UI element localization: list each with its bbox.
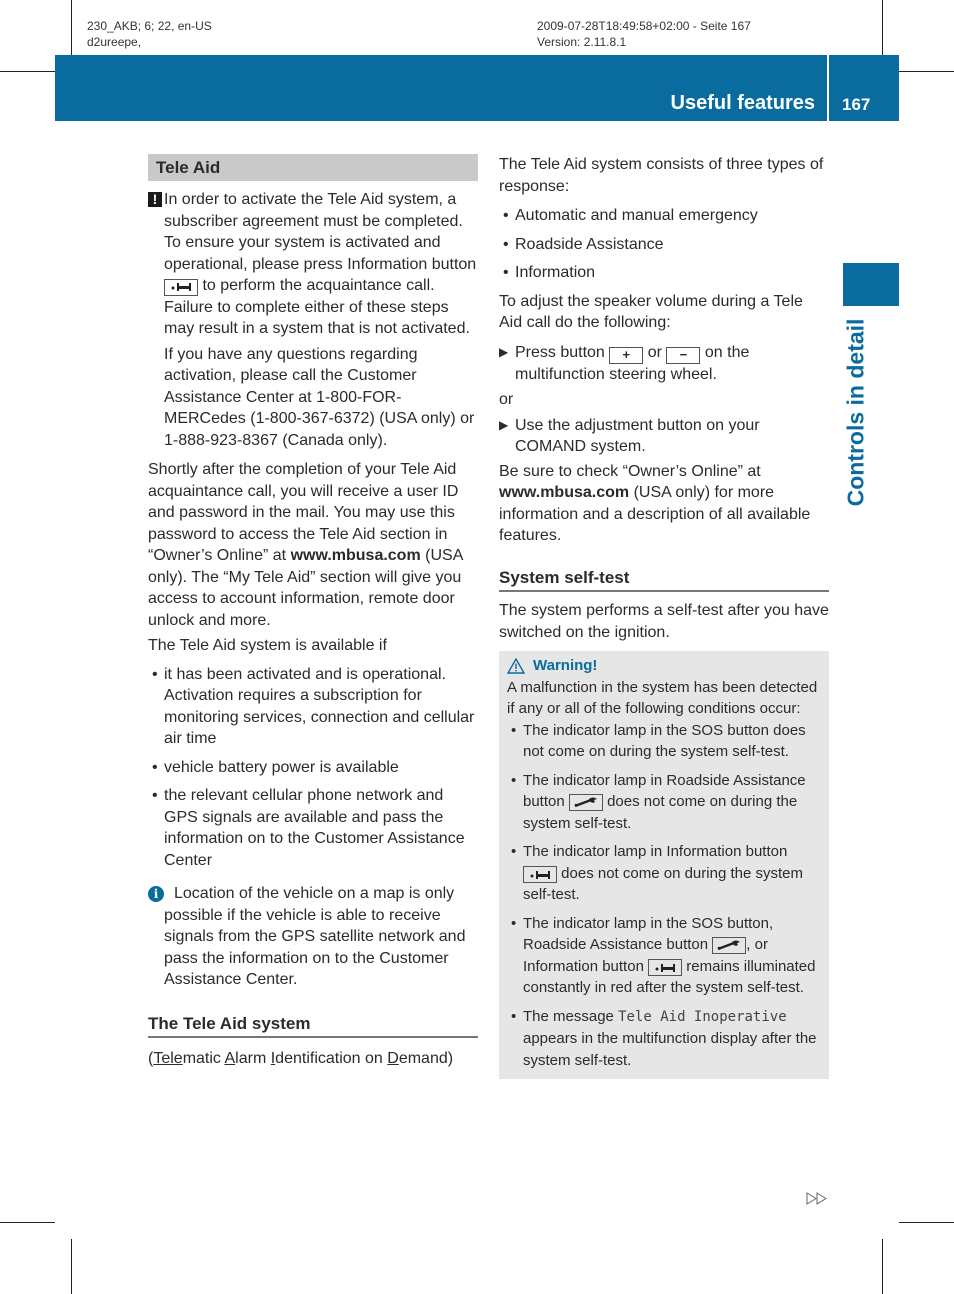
list-item: Information — [499, 262, 829, 284]
notice-followup: If you have any questions regarding acti… — [164, 345, 475, 449]
warning-title-text: Warning! — [533, 657, 598, 674]
acronym-expansion: (Telematic Alarm Identification on Deman… — [148, 1048, 478, 1070]
step-text: Use the adjustment button on your COMAND… — [515, 416, 760, 456]
warning-intro: A malfunction in the system has been det… — [507, 678, 818, 718]
acronym-letter: D — [387, 1050, 399, 1067]
print-meta-line: 2009-07-28T18:49:58+02:00 - Seite 167 — [537, 19, 751, 33]
notice-text-part: In order to activate the Tele Aid system… — [164, 191, 477, 273]
acronym-text: matic — [182, 1050, 225, 1067]
step-arrow-icon: ▶ — [499, 344, 509, 359]
warning-item-text: The message — [523, 1007, 614, 1025]
website-link[interactable]: www.mbusa.com — [291, 547, 421, 564]
roadside-assistance-button-icon — [712, 936, 747, 954]
warning-item-text: The indicator lamp in Information button — [523, 843, 788, 860]
list-item: Roadside Assistance — [499, 234, 829, 256]
crop-mark — [0, 71, 55, 72]
acronym-text: ) — [447, 1050, 454, 1067]
acronym-text: larm — [235, 1050, 271, 1067]
exclamation-icon: ! — [148, 192, 162, 207]
acronym-text: emand — [398, 1050, 448, 1067]
information-button-icon — [523, 866, 557, 883]
step-arrow-icon: ▶ — [499, 417, 509, 432]
notice-text-part: to perform the acquaintance call. Failur… — [164, 277, 470, 337]
paragraph: The Tele Aid system consists of three ty… — [499, 156, 824, 195]
crop-mark — [0, 1222, 55, 1223]
print-meta-right: 2009-07-28T18:49:58+02:00 - Seite 167 Ve… — [537, 18, 751, 50]
roadside-assistance-button-icon — [568, 793, 603, 811]
crop-mark — [71, 0, 72, 55]
paragraph: The system performs a self-test after yo… — [499, 602, 829, 641]
chapter-tab-marker — [843, 263, 899, 306]
warning-box: Warning! A malfunction in the system has… — [499, 651, 829, 1079]
list-item: the relevant cellular phone network and … — [148, 785, 478, 871]
instruction-step: ▶ Use the adjustment button on your COMA… — [499, 415, 829, 458]
section-heading: Tele Aid — [148, 154, 478, 181]
crop-mark — [899, 1222, 954, 1223]
page-number: 167 — [842, 95, 871, 114]
page-number-box: 167 — [829, 55, 899, 121]
warning-item: The indicator lamp in the SOS button doe… — [507, 720, 821, 763]
instruction-step: ▶ Press button + or − on the multifuncti… — [499, 342, 829, 386]
crop-mark — [882, 0, 883, 55]
continue-arrows-icon — [806, 1192, 828, 1210]
warning-item: The indicator lamp in the SOS button, Ro… — [507, 913, 821, 999]
print-meta-left: 230_AKB; 6; 22, en-US d2ureepe, — [87, 18, 212, 50]
info-note: i Location of the vehicle on a map is on… — [148, 883, 478, 991]
acronym-letter: Tele — [153, 1050, 183, 1067]
crop-mark — [882, 1239, 883, 1294]
chapter-tab: Controls in detail — [836, 318, 876, 507]
paragraph: Be sure to check “Owner’s Online” at www… — [499, 461, 829, 547]
info-icon: i — [148, 886, 164, 902]
crop-mark — [899, 71, 954, 72]
warning-item: The indicator lamp in Information button… — [507, 841, 821, 906]
paragraph: The Tele Aid system is available if — [148, 637, 387, 654]
activation-notice: ! In order to activate the Tele Aid syst… — [148, 189, 478, 451]
plus-button-icon: + — [609, 346, 644, 364]
chapter-tab-label: Controls in detail — [842, 318, 869, 507]
list-item: Automatic and manual emergency — [499, 205, 829, 227]
warning-item: The indicator lamp in Roadside Assistanc… — [507, 770, 821, 835]
display-message: Tele Aid Inoperative — [618, 1008, 787, 1025]
print-meta-line: 230_AKB; 6; 22, en-US — [87, 19, 212, 33]
step-text: or — [647, 343, 662, 361]
information-button-icon — [164, 278, 198, 296]
warning-triangle-icon — [507, 657, 525, 674]
left-column: Tele Aid ! In order to activate the Tele… — [148, 154, 478, 1074]
section-title: Useful features — [670, 92, 816, 114]
acronym-letter: A — [224, 1050, 236, 1067]
subheading: The Tele Aid system — [148, 1013, 478, 1038]
list-item: it has been activated and is operational… — [148, 664, 478, 750]
print-meta-line: Version: 2.11.8.1 — [537, 35, 627, 49]
acronym-text: dentification on — [275, 1050, 388, 1067]
list-item: vehicle battery power is available — [148, 757, 478, 779]
warning-item-text: does not come on during the system self-… — [523, 793, 798, 832]
warning-item: The message Tele Aid Inoperative appears… — [507, 1006, 821, 1072]
info-note-text: Location of the vehicle on a map is only… — [164, 885, 466, 988]
website-link[interactable]: www.mbusa.com — [499, 484, 629, 501]
subheading: System self-test — [499, 567, 829, 592]
header-bar: Useful features — [55, 55, 827, 121]
right-column: The Tele Aid system consists of three ty… — [499, 154, 829, 1079]
notice-text: In order to activate the Tele Aid system… — [164, 189, 478, 340]
paragraph-text: Be sure to check “Owner’s Online” at — [499, 462, 761, 480]
warning-title: Warning! — [507, 655, 821, 677]
paragraph: To adjust the speaker volume during a Te… — [499, 292, 803, 332]
paragraph: Shortly after the completion of your Tel… — [148, 459, 478, 631]
information-button-icon — [648, 959, 683, 976]
crop-mark — [71, 1239, 72, 1294]
or-label: or — [499, 391, 514, 408]
step-text: Press button — [515, 343, 605, 361]
minus-button-icon: − — [666, 346, 701, 364]
warning-item-text: appears in the multifunction display aft… — [523, 1030, 817, 1069]
warning-item-text: does not come on during the system self-… — [523, 864, 803, 904]
print-meta-line: d2ureepe, — [87, 35, 142, 49]
